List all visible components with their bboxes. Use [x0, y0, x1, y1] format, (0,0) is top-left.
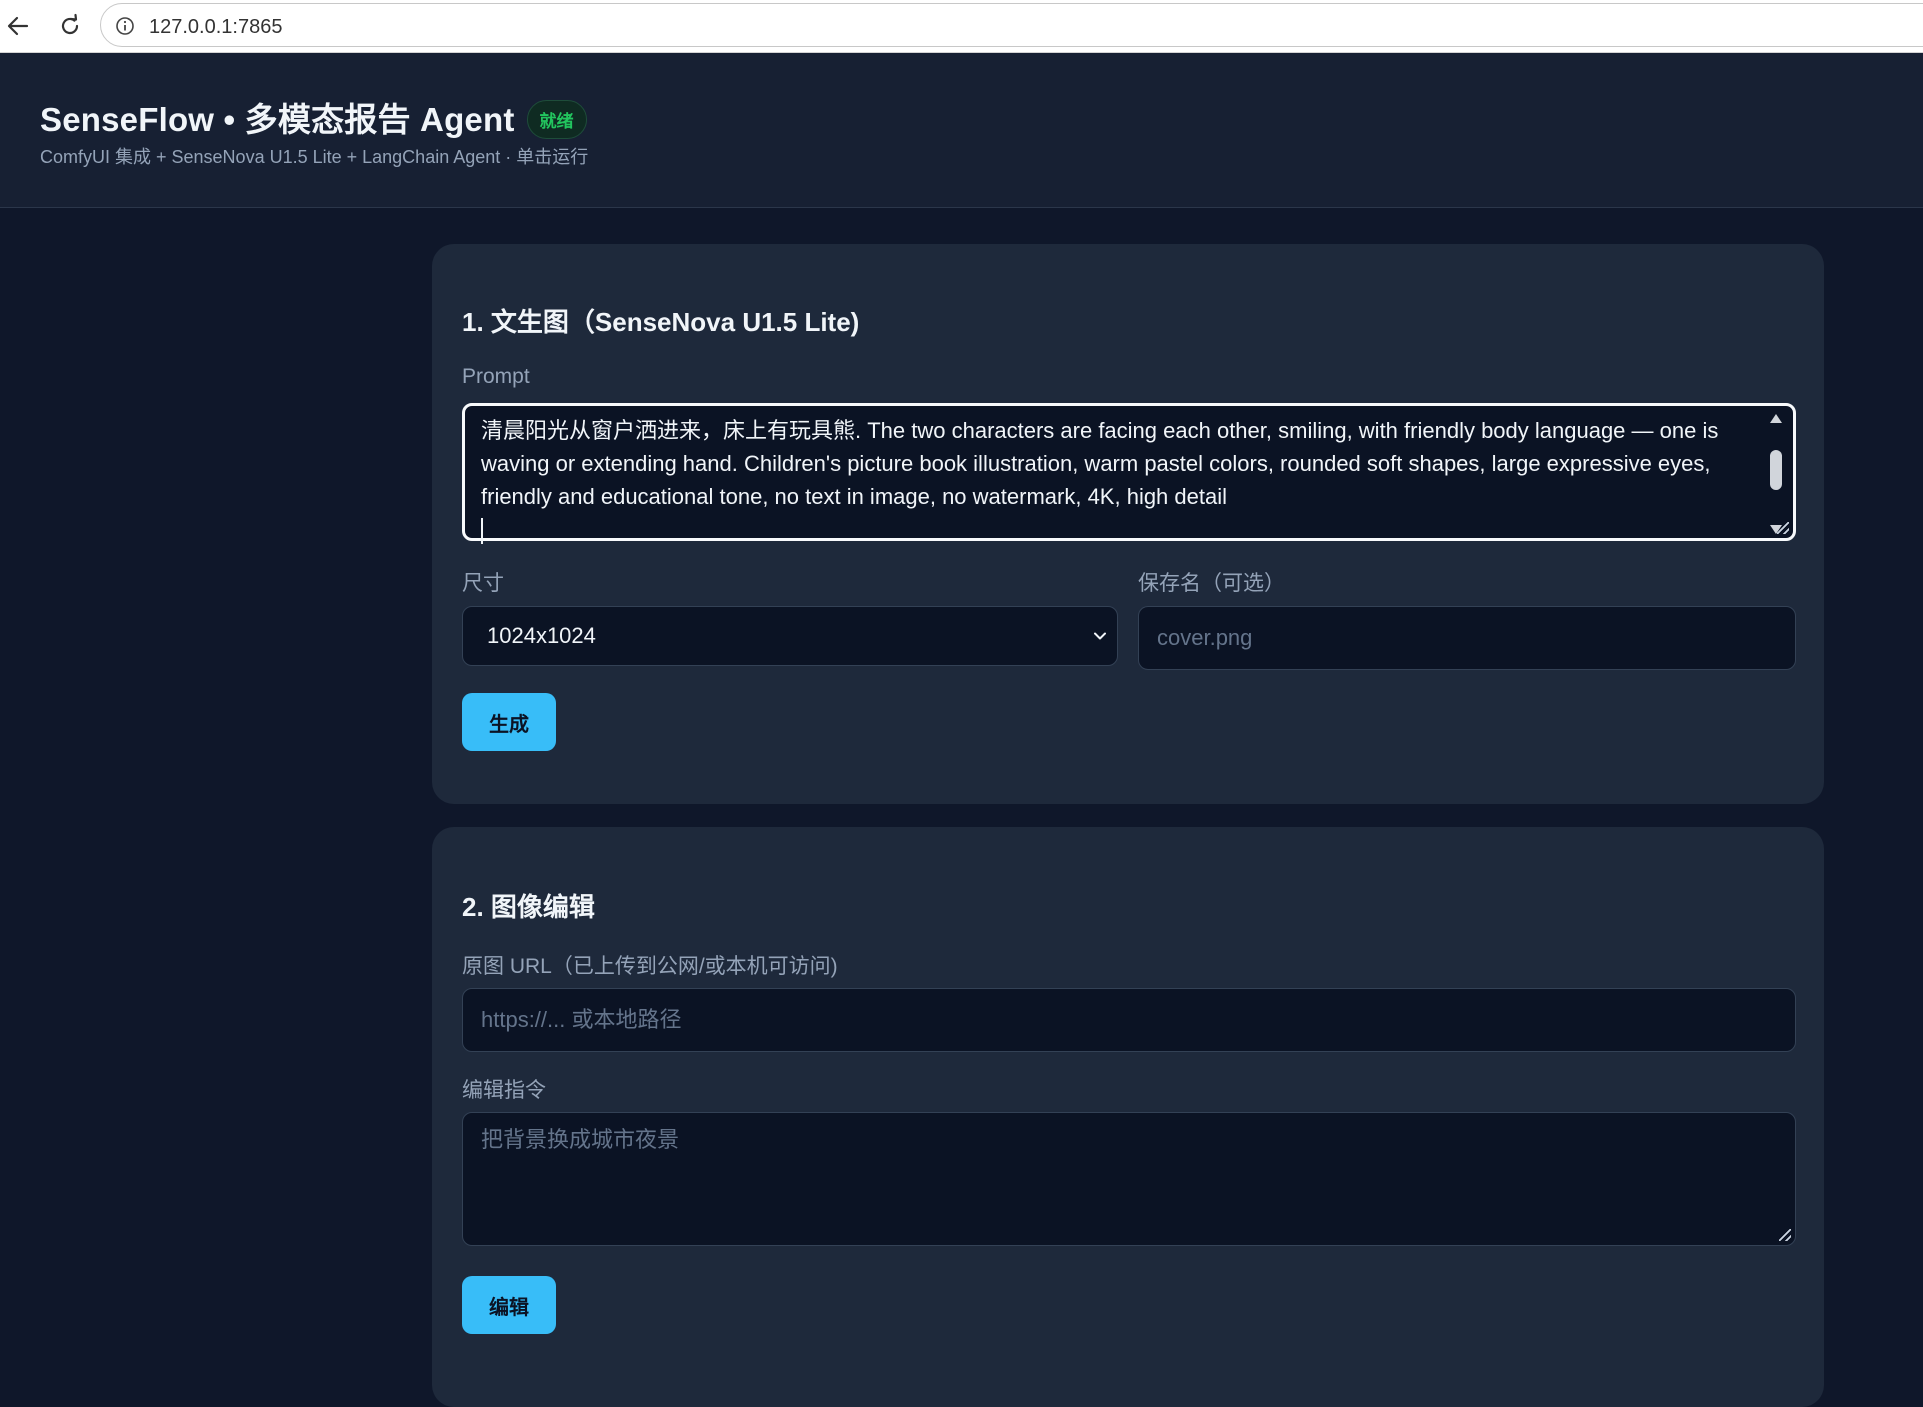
prompt-label: Prompt: [462, 365, 530, 388]
text-caret: [481, 518, 483, 545]
url-text: 127.0.0.1:7865: [149, 16, 283, 38]
app-header: SenseFlow • 多模态报告 Agent 就绪 ComfyUI 集成 + …: [0, 53, 1923, 208]
save-name-placeholder: cover.png: [1157, 625, 1253, 650]
edit-button[interactable]: 编辑: [462, 1276, 556, 1334]
prompt-text: 清晨阳光从窗户洒进来，床上有玩具熊. The two characters ar…: [481, 418, 1719, 509]
image-url-label: 原图 URL（已上传到公网/或本机可访问): [462, 955, 838, 978]
resize-grip-icon[interactable]: [1777, 522, 1789, 534]
page-subtitle: ComfyUI 集成 + SenseNova U1.5 Lite + LangC…: [40, 147, 589, 167]
save-name-label: 保存名（可选）: [1138, 572, 1285, 595]
resize-grip-icon[interactable]: [1779, 1229, 1791, 1241]
image-url-placeholder: https://... 或本地路径: [481, 1007, 682, 1032]
size-select-value: 1024x1024: [487, 623, 596, 648]
generate-button[interactable]: 生成: [462, 693, 556, 751]
page-title: SenseFlow • 多模态报告 Agent: [40, 101, 515, 138]
image-url-input[interactable]: https://... 或本地路径: [462, 988, 1796, 1052]
scroll-up-arrow-icon[interactable]: [1770, 414, 1782, 423]
size-label: 尺寸: [462, 572, 504, 595]
reload-button[interactable]: [52, 8, 88, 44]
status-badge: 就绪: [526, 99, 587, 139]
scroll-thumb[interactable]: [1770, 450, 1782, 490]
save-name-input[interactable]: cover.png: [1138, 606, 1796, 670]
textarea-scrollbar[interactable]: [1769, 414, 1783, 534]
section-title: 2. 图像编辑: [462, 892, 595, 922]
browser-toolbar: 127.0.0.1:7865: [0, 0, 1923, 53]
address-bar[interactable]: 127.0.0.1:7865: [100, 3, 1923, 47]
back-button[interactable]: [0, 8, 36, 44]
reload-icon: [61, 13, 79, 35]
size-select[interactable]: 1024x1024: [462, 606, 1118, 666]
arrow-left-icon: [7, 16, 29, 36]
prompt-textarea[interactable]: 清晨阳光从窗户洒进来，床上有玩具熊. The two characters ar…: [462, 403, 1796, 545]
text-to-image-card: 1. 文生图（SenseNova U1.5 Lite) Prompt 清晨阳光从…: [432, 244, 1824, 804]
site-info-icon[interactable]: [115, 16, 135, 36]
chevron-down-icon: [1094, 632, 1106, 640]
edit-instruction-label: 编辑指令: [462, 1079, 546, 1102]
image-edit-card: 2. 图像编辑 原图 URL（已上传到公网/或本机可访问) https://..…: [432, 827, 1824, 1407]
section-title: 1. 文生图（SenseNova U1.5 Lite): [462, 307, 860, 337]
edit-instruction-textarea[interactable]: 把背景换成城市夜景: [462, 1112, 1796, 1246]
edit-instruction-placeholder: 把背景换成城市夜景: [481, 1127, 680, 1152]
